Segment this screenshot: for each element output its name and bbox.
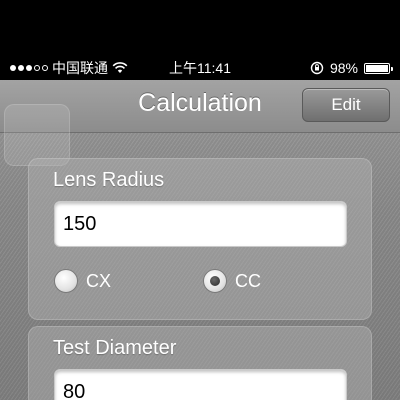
app-content: Calculation Edit Lens Radius 150 CX CC T… [0, 80, 400, 400]
screen: 中国联通 上午11:41 98% Calculation Edit Lens R… [0, 0, 400, 400]
lens-radius-label: Lens Radius [53, 169, 165, 191]
radio-cc[interactable] [203, 269, 227, 293]
battery-fill [366, 64, 388, 72]
battery-icon [364, 62, 393, 74]
radio-cx[interactable] [54, 269, 78, 293]
status-right: 98% [310, 56, 393, 80]
status-bar: 中国联通 上午11:41 98% [0, 56, 400, 80]
edit-button[interactable]: Edit [302, 88, 390, 122]
app-icon-ghost [4, 104, 70, 166]
radio-cx-label: CX [86, 270, 112, 291]
lens-radius-input[interactable]: 150 [54, 201, 347, 247]
test-diameter-input[interactable]: 80 [54, 369, 347, 400]
battery-percent: 98% [329, 60, 358, 76]
radio-cc-option[interactable]: CC [203, 269, 261, 293]
radio-cx-option[interactable]: CX [54, 269, 111, 293]
test-diameter-card: Test Diameter 80 [28, 326, 372, 400]
radio-cc-label: CC [235, 270, 261, 291]
battery-nub [391, 66, 393, 71]
test-diameter-label: Test Diameter [53, 337, 177, 359]
rotation-lock-icon [310, 61, 324, 75]
lens-radius-card: Lens Radius 150 CX CC [28, 158, 372, 320]
